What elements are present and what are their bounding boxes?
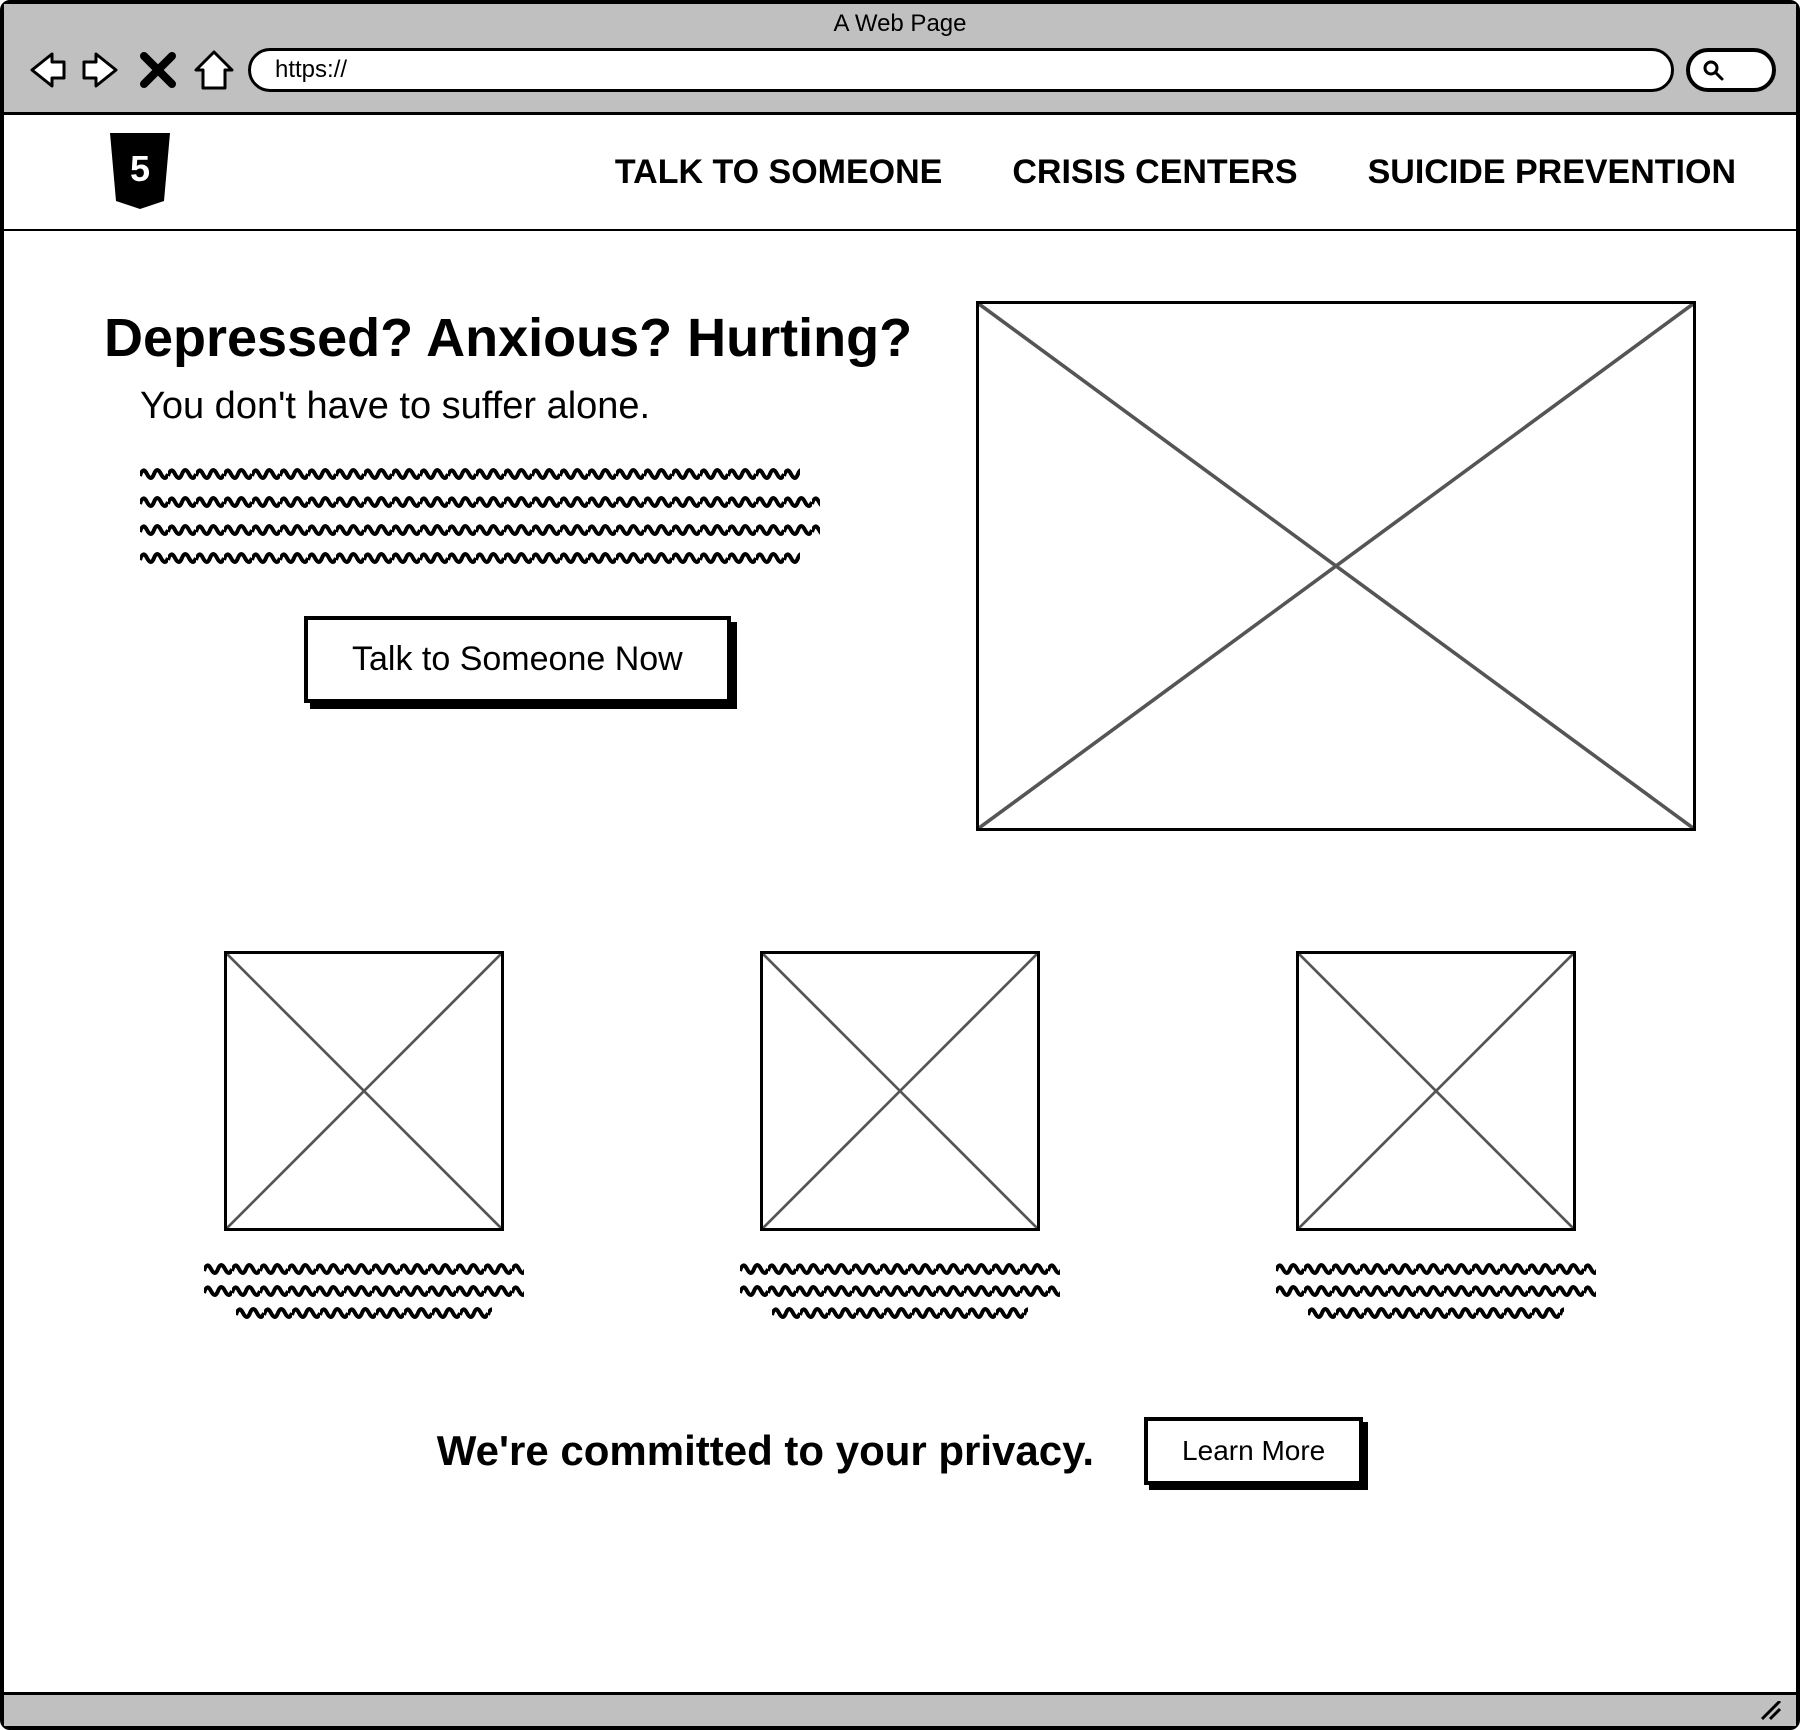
card-text-placeholder: [1308, 1305, 1564, 1319]
card-image-placeholder: [224, 951, 504, 1231]
hero-copy: Depressed? Anxious? Hurting? You don't h…: [104, 301, 916, 703]
resize-handle-icon[interactable]: [1756, 1701, 1782, 1721]
back-icon[interactable]: [24, 48, 68, 92]
card-text-placeholder: [740, 1261, 1060, 1275]
privacy-statement: We're committed to your privacy.: [437, 1427, 1094, 1475]
html5-logo-icon: 5: [104, 133, 176, 211]
hero-title: Depressed? Anxious? Hurting?: [104, 307, 916, 369]
stop-icon[interactable]: [136, 48, 180, 92]
privacy-row: We're committed to your privacy. Learn M…: [104, 1417, 1696, 1485]
hero-subtitle: You don't have to suffer alone.: [104, 385, 916, 428]
search-icon: [1702, 59, 1724, 81]
search-button[interactable]: [1686, 48, 1776, 92]
learn-more-button[interactable]: Learn More: [1144, 1417, 1363, 1485]
card-text-placeholder: [1276, 1261, 1596, 1275]
forward-icon[interactable]: [80, 48, 124, 92]
browser-window: A Web Page https://: [0, 0, 1800, 1730]
card-text-placeholder: [772, 1305, 1028, 1319]
hero-image-placeholder: [976, 301, 1696, 831]
hero-section: Depressed? Anxious? Hurting? You don't h…: [104, 301, 1696, 831]
feature-cards: [104, 951, 1696, 1327]
card-text-placeholder: [236, 1305, 492, 1319]
svg-text:5: 5: [130, 148, 150, 189]
card-text-placeholder: [1276, 1283, 1596, 1297]
feature-card-3: [1276, 951, 1596, 1327]
nav-talk-to-someone[interactable]: TALK TO SOMEONE: [615, 153, 942, 192]
site-header: 5 TALK TO SOMEONE CRISIS CENTERS SUICIDE…: [4, 115, 1796, 231]
main-section: Depressed? Anxious? Hurting? You don't h…: [4, 231, 1796, 1692]
hero-body-placeholder: [104, 466, 916, 566]
url-input[interactable]: https://: [248, 48, 1674, 92]
home-icon[interactable]: [192, 48, 236, 92]
main-nav: TALK TO SOMEONE CRISIS CENTERS SUICIDE P…: [216, 153, 1736, 192]
feature-card-1: [204, 951, 524, 1327]
nav-suicide-prevention[interactable]: SUICIDE PREVENTION: [1368, 153, 1736, 192]
browser-toolbar: https://: [4, 40, 1796, 112]
card-image-placeholder: [760, 951, 1040, 1231]
card-text-placeholder: [204, 1283, 524, 1297]
card-image-placeholder: [1296, 951, 1576, 1231]
status-bar: [4, 1692, 1796, 1726]
nav-crisis-centers[interactable]: CRISIS CENTERS: [1012, 153, 1297, 192]
card-text-placeholder: [740, 1283, 1060, 1297]
page-content: 5 TALK TO SOMEONE CRISIS CENTERS SUICIDE…: [4, 112, 1796, 1692]
feature-card-2: [740, 951, 1060, 1327]
talk-now-button[interactable]: Talk to Someone Now: [304, 616, 731, 703]
window-title: A Web Page: [4, 4, 1796, 40]
card-text-placeholder: [204, 1261, 524, 1275]
url-text: https://: [275, 56, 347, 84]
